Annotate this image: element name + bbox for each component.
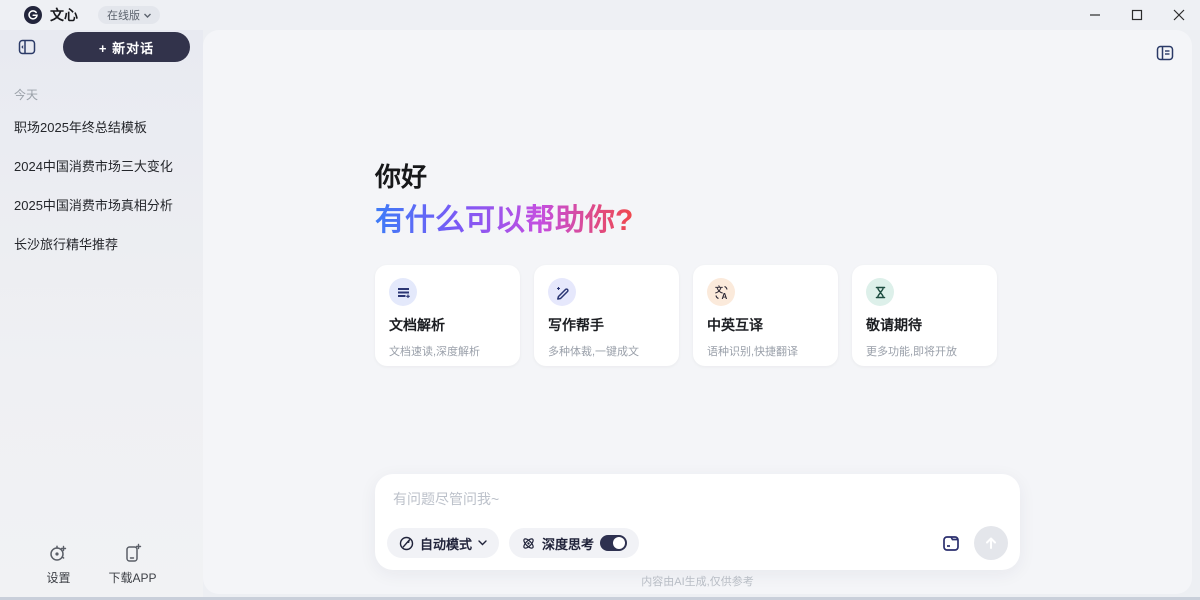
doc-lines-icon	[389, 278, 417, 306]
card-title: 文档解析	[389, 315, 506, 335]
card-title: 写作帮手	[548, 315, 665, 335]
settings-label: 设置	[46, 569, 70, 586]
deep-think-pill[interactable]: 深度思考	[509, 528, 639, 558]
wenxin-logo-icon	[24, 6, 42, 24]
conversation-item[interactable]: 长沙旅行精华推荐	[0, 224, 203, 263]
mode-label: 自动模式	[420, 534, 472, 553]
card-writing-helper[interactable]: 写作帮手 多种体裁,一键成文	[534, 265, 679, 366]
conversation-item[interactable]: 2024中国消费市场三大变化	[0, 146, 203, 185]
composer-toolbar: 自动模式 深度思考	[387, 526, 1008, 560]
mode-selector[interactable]: 自动模式	[387, 528, 499, 558]
message-input[interactable]	[375, 474, 1020, 520]
new-chat-button[interactable]: + 新对话	[63, 32, 190, 62]
atom-icon	[521, 536, 536, 551]
hourglass-icon	[866, 278, 894, 306]
translate-icon: 文A	[707, 278, 735, 306]
version-badge-label: 在线版	[107, 7, 140, 23]
main-panel: 你好 有什么可以帮助你? 文档解析 文档速读,深度解析 写作帮手 多种体裁,一键	[203, 30, 1192, 594]
svg-text:A: A	[721, 292, 727, 300]
card-subtitle: 多种体裁,一键成文	[548, 343, 665, 359]
settings-button[interactable]: 设置	[46, 542, 70, 586]
card-coming-soon[interactable]: 敬请期待 更多功能,即将开放	[852, 265, 997, 366]
sidebar-bottom: 设置 下载APP	[0, 542, 203, 586]
folder-icon[interactable]	[936, 528, 966, 558]
gear-sparkle-icon	[47, 542, 69, 564]
titlebar: 文心 在线版	[0, 0, 1200, 30]
brand: 文心 在线版	[0, 5, 160, 25]
card-subtitle: 更多功能,即将开放	[866, 343, 983, 359]
minimize-button[interactable]	[1074, 0, 1116, 30]
phone-plus-icon	[122, 542, 144, 564]
chevron-down-icon	[478, 540, 487, 546]
arrow-up-icon	[984, 536, 998, 550]
card-subtitle: 语种识别,快捷翻译	[707, 343, 824, 359]
deep-think-toggle[interactable]	[600, 535, 627, 551]
greeting-line2: 有什么可以帮助你?	[375, 203, 633, 239]
open-right-panel-icon[interactable]	[1154, 42, 1176, 64]
app-title: 文心	[50, 5, 78, 25]
maximize-button[interactable]	[1116, 0, 1158, 30]
feature-cards: 文档解析 文档速读,深度解析 写作帮手 多种体裁,一键成文 文A 中英互译 语种…	[375, 265, 1020, 366]
card-title: 中英互译	[707, 315, 824, 335]
sidebar-top: + 新对话	[0, 30, 203, 70]
conversation-list: 职场2025年终总结模板 2024中国消费市场三大变化 2025中国消费市场真相…	[0, 107, 203, 263]
composer: 自动模式 深度思考	[375, 474, 1020, 570]
section-label-today: 今天	[14, 86, 203, 103]
send-button[interactable]	[974, 526, 1008, 560]
deep-think-label: 深度思考	[542, 534, 594, 553]
app-window: 文心 在线版 + 新对话 今天 职场202	[0, 0, 1200, 600]
conversation-item[interactable]: 2025中国消费市场真相分析	[0, 185, 203, 224]
card-doc-analysis[interactable]: 文档解析 文档速读,深度解析	[375, 265, 520, 366]
toggle-knob	[613, 537, 625, 549]
card-title: 敬请期待	[866, 315, 983, 335]
card-subtitle: 文档速读,深度解析	[389, 343, 506, 359]
close-button[interactable]	[1158, 0, 1200, 30]
ai-disclaimer: 内容由AI生成,仅供参考	[203, 573, 1192, 589]
greeting-line1: 你好	[375, 162, 1020, 193]
hero: 你好 有什么可以帮助你?	[375, 30, 1020, 239]
sidebar: + 新对话 今天 职场2025年终总结模板 2024中国消费市场三大变化 202…	[0, 30, 203, 600]
download-app-label: 下载APP	[109, 569, 157, 586]
conversation-item[interactable]: 职场2025年终总结模板	[0, 107, 203, 146]
card-translate[interactable]: 文A 中英互译 语种识别,快捷翻译	[693, 265, 838, 366]
collapse-sidebar-icon[interactable]	[16, 36, 38, 58]
download-app-button[interactable]: 下载APP	[109, 542, 157, 586]
version-badge[interactable]: 在线版	[98, 6, 160, 24]
auto-mode-icon	[399, 536, 414, 551]
pen-icon	[548, 278, 576, 306]
window-controls	[1074, 0, 1200, 30]
main-content: 你好 有什么可以帮助你? 文档解析 文档速读,深度解析 写作帮手 多种体裁,一键	[375, 30, 1020, 570]
chevron-down-icon	[144, 13, 151, 18]
